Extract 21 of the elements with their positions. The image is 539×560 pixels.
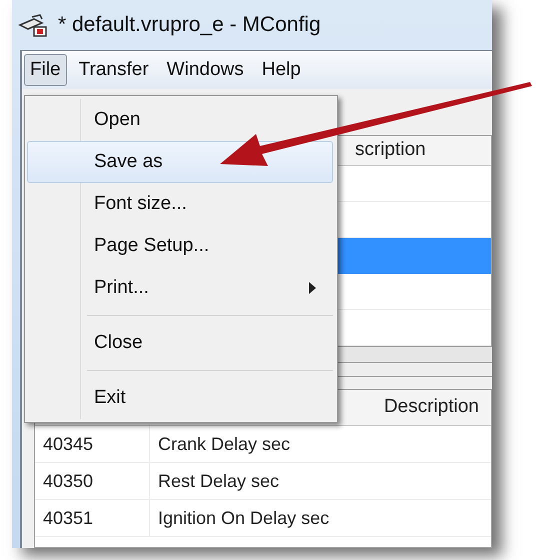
menu-item[interactable]: Windows [160, 54, 250, 86]
table-cell: 40345 [35, 426, 150, 462]
column-heading: scription [355, 138, 426, 162]
column-heading: Description [384, 395, 479, 420]
menu-option[interactable]: Page Setup... [27, 225, 333, 267]
table-cell: 40351 [35, 500, 150, 536]
menu-option[interactable]: Open [27, 99, 333, 141]
menu-item[interactable]: Help [256, 54, 307, 86]
window-title: * default.vrupro_e - MConfig [58, 12, 321, 38]
menu-option[interactable]: Save as [27, 141, 333, 183]
menu-option[interactable]: Print... [27, 267, 333, 309]
table-cell: 40350 [35, 463, 150, 499]
menu-option[interactable]: Close [27, 322, 333, 364]
menu-item[interactable]: File [24, 54, 67, 86]
table-cell-text: Ignition On Delay sec [157, 506, 330, 530]
table-cell-text: Crank Delay sec [157, 432, 290, 456]
menu-option[interactable]: Exit [27, 377, 333, 419]
table-cell-text: Rest Delay sec [157, 470, 280, 493]
menu-option[interactable]: Font size... [27, 183, 333, 225]
app-icon [18, 13, 50, 37]
menu-item[interactable]: Transfer [72, 54, 155, 86]
